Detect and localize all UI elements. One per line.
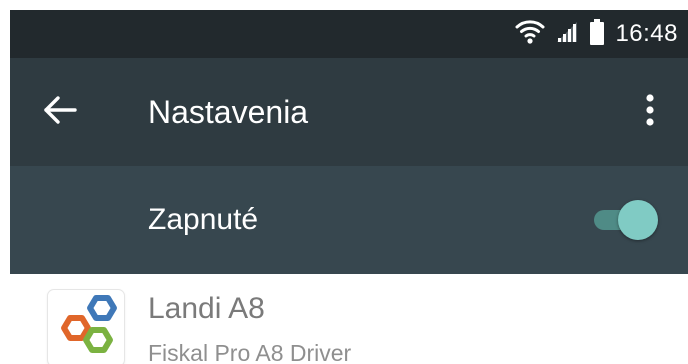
landi-app-icon	[48, 290, 124, 364]
status-time: 16:48	[615, 20, 678, 47]
master-switch-label: Zapnuté	[148, 203, 259, 236]
status-bar: 16:48	[10, 10, 688, 58]
master-switch-bar[interactable]: Zapnuté	[10, 166, 688, 274]
cell-signal-icon	[555, 20, 579, 49]
wifi-icon	[515, 19, 545, 50]
overflow-menu-button[interactable]	[626, 88, 674, 136]
toggle-thumb	[618, 200, 658, 240]
page-title: Nastavenia	[148, 94, 309, 130]
list-item-subtitle: Fiskal Pro A8 Driver	[148, 340, 352, 364]
master-toggle-switch[interactable]	[590, 200, 658, 240]
arrow-back-icon	[43, 95, 77, 130]
status-icons: 16:48	[515, 10, 678, 58]
more-vert-icon	[645, 93, 655, 132]
battery-icon	[589, 18, 605, 50]
list-item[interactable]: Landi A8 Fiskal Pro A8 Driver	[10, 274, 688, 364]
list-item-title: Landi A8	[148, 292, 265, 325]
settings-screen: 16:48 Nastavenia Zapnuté Landi A8 Fiskal…	[0, 0, 688, 364]
back-button[interactable]	[36, 88, 84, 136]
left-margin	[0, 0, 10, 274]
app-bar: Nastavenia	[10, 58, 688, 166]
